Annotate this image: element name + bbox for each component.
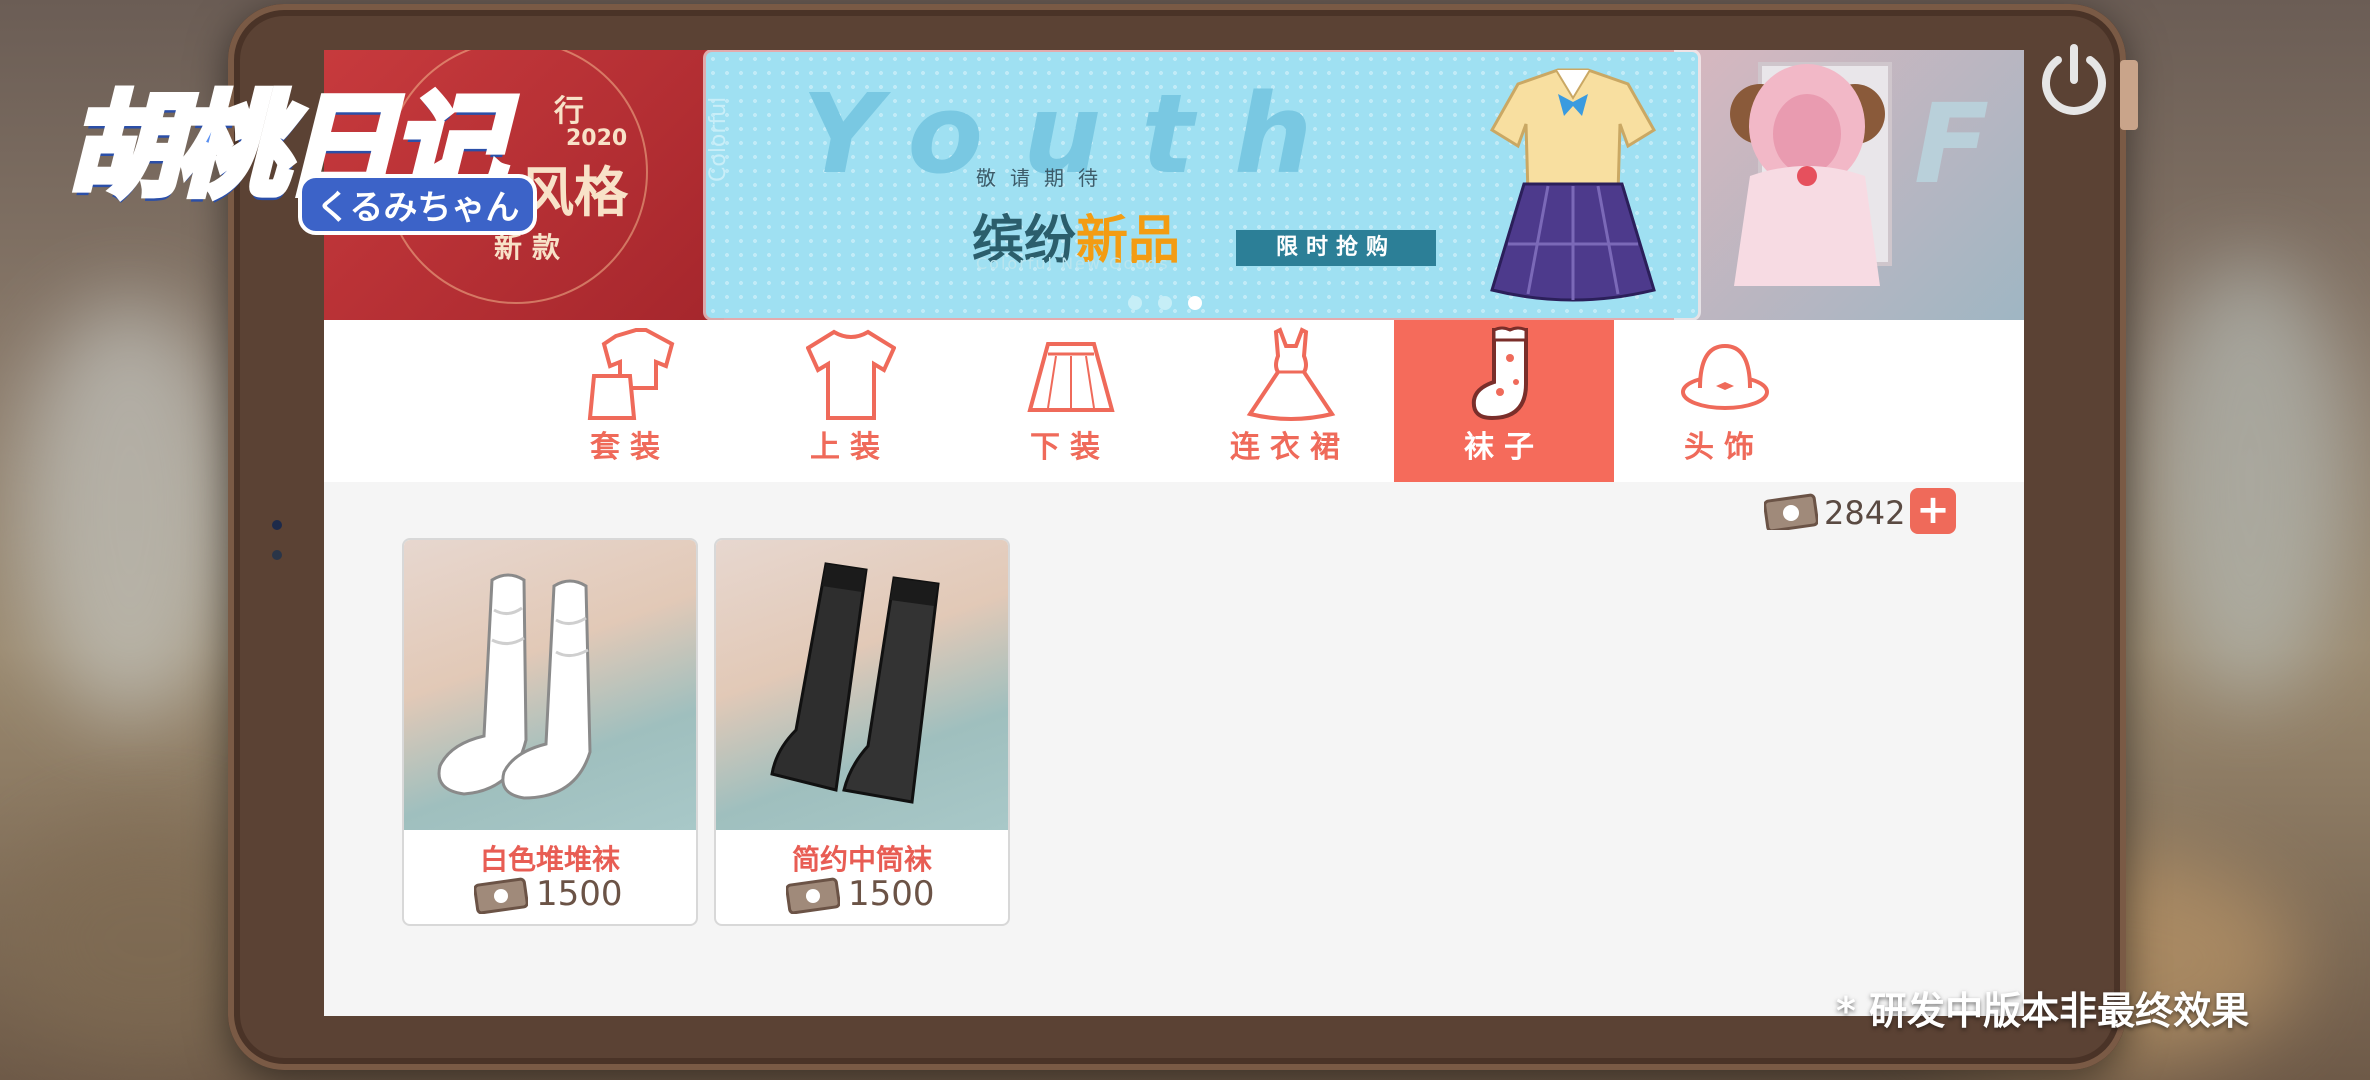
background-blur-window-right (2150, 260, 2350, 700)
outfit-set-icon (587, 328, 675, 420)
item-price: 1500 (474, 870, 694, 914)
add-currency-button[interactable]: + (1910, 488, 1956, 534)
background-blur-window-left (20, 300, 240, 720)
skirt-icon (1027, 342, 1115, 412)
cash-icon (474, 877, 528, 914)
item-image (716, 540, 1008, 830)
sock-icon (1471, 326, 1528, 421)
cash-icon (1764, 493, 1818, 530)
banner-page-dot-3[interactable] (1188, 296, 1202, 310)
game-logo: 胡桃日记 くるみちゃん (62, 56, 562, 236)
limited-time-badge[interactable]: 限时抢购 (1236, 230, 1436, 266)
tab-label: 上装 (810, 430, 890, 465)
logo-subtitle: くるみちゃん (298, 174, 538, 235)
pink-sheep-coat-image (1730, 62, 1892, 286)
tablet-side-button (2120, 60, 2138, 130)
tab-outfit-set[interactable]: 套装 (520, 320, 740, 482)
plus-icon: + (1916, 487, 1950, 533)
banner-right-letter: F (1914, 80, 1990, 208)
tab-tops[interactable]: 上装 (740, 320, 960, 482)
tab-label: 袜子 (1464, 430, 1544, 465)
item-image (404, 540, 696, 830)
dress-icon (1246, 327, 1336, 421)
tab-label: 下装 (1030, 430, 1110, 465)
banner-side-word: Colorful (706, 96, 731, 182)
shop-item-card[interactable]: 白色堆堆袜 1500 (402, 538, 698, 926)
banner-page-dot-2[interactable] (1158, 296, 1172, 310)
banner-right-panel[interactable]: F (1674, 50, 2024, 320)
tab-dresses[interactable]: 连衣裙 (1180, 320, 1400, 482)
category-tab-bar: 套装 上装 下装 连衣裙 袜子 头饰 (324, 320, 2024, 482)
tab-bottoms[interactable]: 下装 (960, 320, 1180, 482)
shop-screen: 行 2020 风格 新款 F Youth Colorful 敬请期待 缤纷新品 (324, 50, 2024, 1016)
item-price-value: 1500 (848, 874, 935, 914)
banner-main-slide[interactable]: Youth Colorful 敬请期待 缤纷新品 Colorful New Go… (706, 52, 1698, 318)
power-icon[interactable] (2030, 38, 2118, 126)
shop-item-card[interactable]: 简约中筒袜 1500 (714, 538, 1010, 926)
tab-label: 套装 (590, 430, 670, 465)
banner-subtitle: Colorful New Goods (976, 254, 1170, 273)
banner-page-dot-1[interactable] (1128, 296, 1142, 310)
currency-display: 2842 + (1764, 486, 1964, 536)
tablet-sensor-dot (272, 550, 282, 560)
tab-label: 连衣裙 (1230, 430, 1350, 465)
tab-headwear[interactable]: 头饰 (1614, 320, 1834, 482)
tab-socks[interactable]: 袜子 (1394, 320, 1614, 482)
banner-anticipate-text: 敬请期待 (976, 166, 1112, 190)
item-price: 1500 (786, 870, 1006, 914)
item-price-value: 1500 (536, 874, 623, 914)
cash-icon (786, 877, 840, 914)
currency-amount: 2842 (1824, 494, 1906, 532)
tablet-camera-dot (272, 520, 282, 530)
tab-label: 头饰 (1684, 430, 1764, 465)
development-disclaimer: * 研发中版本非最终效果 (1836, 989, 2250, 1033)
black-mid-calf-socks-image (770, 562, 940, 804)
school-uniform-image (1489, 68, 1657, 302)
tshirt-icon (806, 329, 896, 420)
hat-icon (1681, 343, 1769, 410)
white-slouch-socks-image (437, 573, 592, 800)
promo-banner-carousel[interactable]: 行 2020 风格 新款 F Youth Colorful 敬请期待 缤纷新品 (324, 50, 2024, 320)
